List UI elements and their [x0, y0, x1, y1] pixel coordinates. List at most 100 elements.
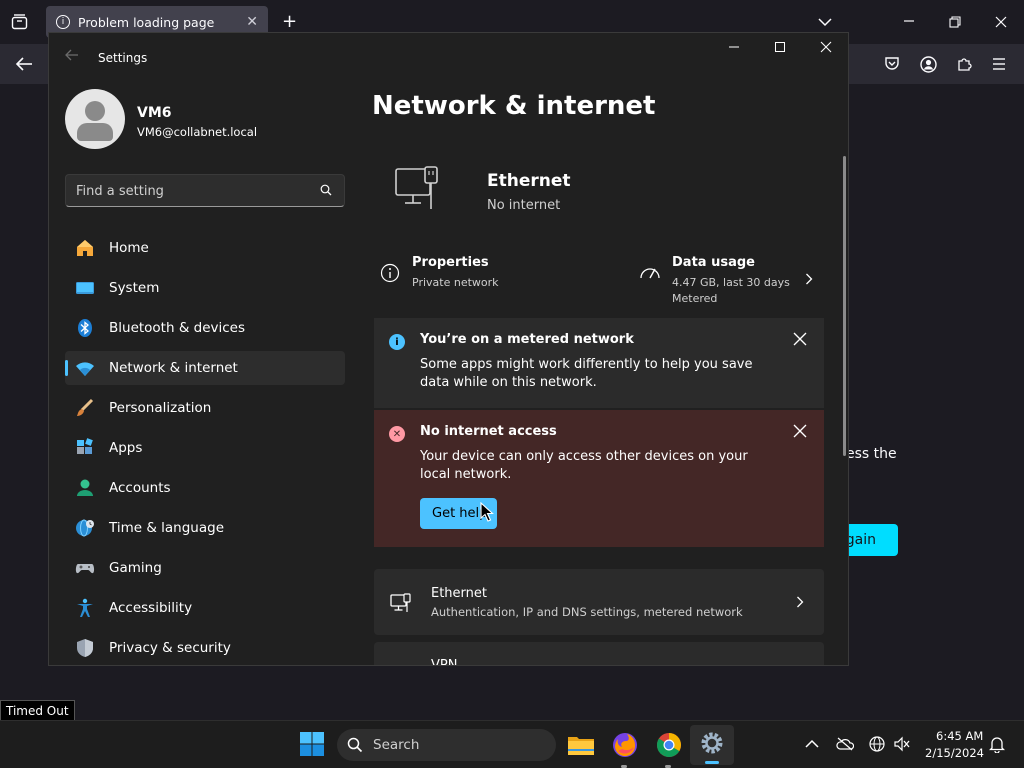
tab-list-icon[interactable]: [11, 14, 28, 33]
wifi-icon: [76, 362, 94, 376]
page-title: Network & internet: [372, 91, 656, 121]
connection-name: Ethernet: [487, 171, 571, 191]
close-tab-icon[interactable]: ✕: [246, 14, 258, 30]
globe-clock-icon: [76, 519, 94, 537]
data-usage-link[interactable]: Data usage: [672, 255, 755, 270]
close-icon[interactable]: [793, 424, 807, 438]
gauge-icon[interactable]: [639, 263, 661, 281]
properties-subtitle: Private network: [412, 276, 499, 289]
globe-network-icon[interactable]: [869, 736, 885, 752]
close-icon[interactable]: [995, 15, 1007, 31]
apps-icon: [77, 438, 93, 454]
accessibility-icon: [77, 598, 93, 617]
mouse-cursor-icon: [480, 502, 494, 522]
restore-icon[interactable]: [949, 15, 961, 31]
menu-icon[interactable]: [992, 57, 1006, 73]
chevron-right-icon[interactable]: [805, 273, 813, 285]
search-icon: [320, 184, 332, 196]
shield-icon: [77, 639, 93, 657]
properties-link[interactable]: Properties: [412, 255, 489, 270]
scrollbar[interactable]: [843, 156, 846, 456]
info-icon: i: [389, 334, 405, 350]
firefox-icon[interactable]: [609, 729, 641, 761]
clock-time[interactable]: 6:45 AM: [936, 729, 983, 743]
selection-indicator: [65, 360, 68, 376]
close-icon[interactable]: [811, 41, 841, 61]
window-title: Settings: [98, 51, 148, 65]
sidebar-item-gaming[interactable]: Gaming: [65, 551, 345, 585]
notification-bell-icon[interactable]: [989, 736, 1005, 753]
tab-title: Problem loading page: [78, 14, 215, 30]
taskbar: Search 6:45 AM 2/15/2024: [0, 720, 1024, 768]
sidebar-item-accounts[interactable]: Accounts: [65, 471, 345, 505]
error-page-text: ess the: [846, 446, 897, 462]
data-usage-metered: Metered: [672, 292, 718, 305]
taskbar-search[interactable]: Search: [337, 729, 556, 761]
info-icon[interactable]: [380, 263, 400, 283]
card-title: VPN: [431, 658, 458, 666]
account-icon[interactable]: [920, 56, 937, 76]
info-icon: i: [56, 15, 70, 29]
maximize-icon[interactable]: [765, 41, 795, 61]
ethernet-icon: [390, 593, 411, 612]
sidebar-item-label: Personalization: [109, 400, 212, 416]
sidebar-item-home[interactable]: Home: [65, 231, 345, 265]
sidebar-item-time-language[interactable]: Time & language: [65, 511, 345, 545]
sidebar-item-network[interactable]: Network & internet: [65, 351, 345, 385]
back-arrow-icon[interactable]: [65, 49, 79, 65]
system-icon: [76, 282, 94, 294]
sidebar-item-label: Privacy & security: [109, 640, 231, 656]
accounts-icon: [77, 479, 93, 496]
brush-icon: [77, 398, 94, 416]
no-internet-banner: ✕ No internet access Your device can onl…: [374, 410, 824, 547]
sidebar-item-label: Network & internet: [109, 360, 238, 376]
sidebar-item-label: System: [109, 280, 160, 296]
sidebar-item-apps[interactable]: Apps: [65, 431, 345, 465]
volume-muted-icon[interactable]: [893, 736, 911, 752]
sidebar-item-label: Gaming: [109, 560, 162, 576]
home-icon: [77, 240, 93, 256]
chevron-up-icon[interactable]: [805, 739, 819, 749]
search-box[interactable]: [65, 174, 345, 207]
chevron-right-icon: [797, 596, 804, 608]
minimize-icon[interactable]: [903, 14, 915, 30]
minimize-icon[interactable]: [719, 41, 749, 61]
chevron-down-icon[interactable]: [818, 14, 832, 30]
status-tooltip: Timed Out: [0, 700, 75, 721]
search-input[interactable]: [76, 181, 306, 201]
banner-title: You’re on a metered network: [420, 332, 634, 347]
ethernet-settings-card[interactable]: Ethernet Authentication, IP and DNS sett…: [374, 569, 824, 635]
sidebar-item-privacy[interactable]: Privacy & security: [65, 631, 345, 665]
settings-titlebar: Settings: [49, 33, 848, 81]
settings-gear-icon: [701, 732, 723, 754]
error-icon: ✕: [389, 426, 405, 442]
windows-start-icon[interactable]: [298, 730, 326, 758]
vpn-settings-card[interactable]: VPN: [374, 642, 824, 666]
file-explorer-icon[interactable]: [565, 729, 597, 761]
clock-date[interactable]: 2/15/2024: [925, 746, 984, 760]
sidebar-item-label: Accessibility: [109, 600, 193, 616]
sidebar-item-bluetooth[interactable]: Bluetooth & devices: [65, 311, 345, 345]
taskbar-search-label: Search: [373, 737, 420, 753]
avatar[interactable]: [65, 89, 125, 149]
banner-message: Your device can only access other device…: [420, 449, 748, 482]
data-usage-amount: 4.47 GB, last 30 days: [672, 276, 790, 289]
new-tab-icon[interactable]: +: [282, 13, 297, 31]
search-icon: [347, 737, 363, 753]
pocket-icon[interactable]: [884, 56, 900, 75]
extensions-icon[interactable]: [956, 56, 972, 75]
chrome-icon[interactable]: [653, 729, 685, 761]
metered-network-banner: i You’re on a metered network Some apps …: [374, 318, 824, 408]
card-title: Ethernet: [431, 586, 487, 601]
onedrive-off-icon[interactable]: [836, 737, 854, 751]
user-name: VM6: [137, 105, 172, 121]
active-indicator: [705, 761, 719, 764]
sidebar-item-system[interactable]: System: [65, 271, 345, 305]
sidebar-item-label: Bluetooth & devices: [109, 320, 246, 336]
sidebar-item-personalization[interactable]: Personalization: [65, 391, 345, 425]
close-icon[interactable]: [793, 332, 807, 346]
banner-title: No internet access: [420, 424, 557, 439]
taskbar-settings-active[interactable]: [690, 725, 734, 765]
back-arrow-icon[interactable]: [15, 56, 33, 75]
sidebar-item-accessibility[interactable]: Accessibility: [65, 591, 345, 625]
